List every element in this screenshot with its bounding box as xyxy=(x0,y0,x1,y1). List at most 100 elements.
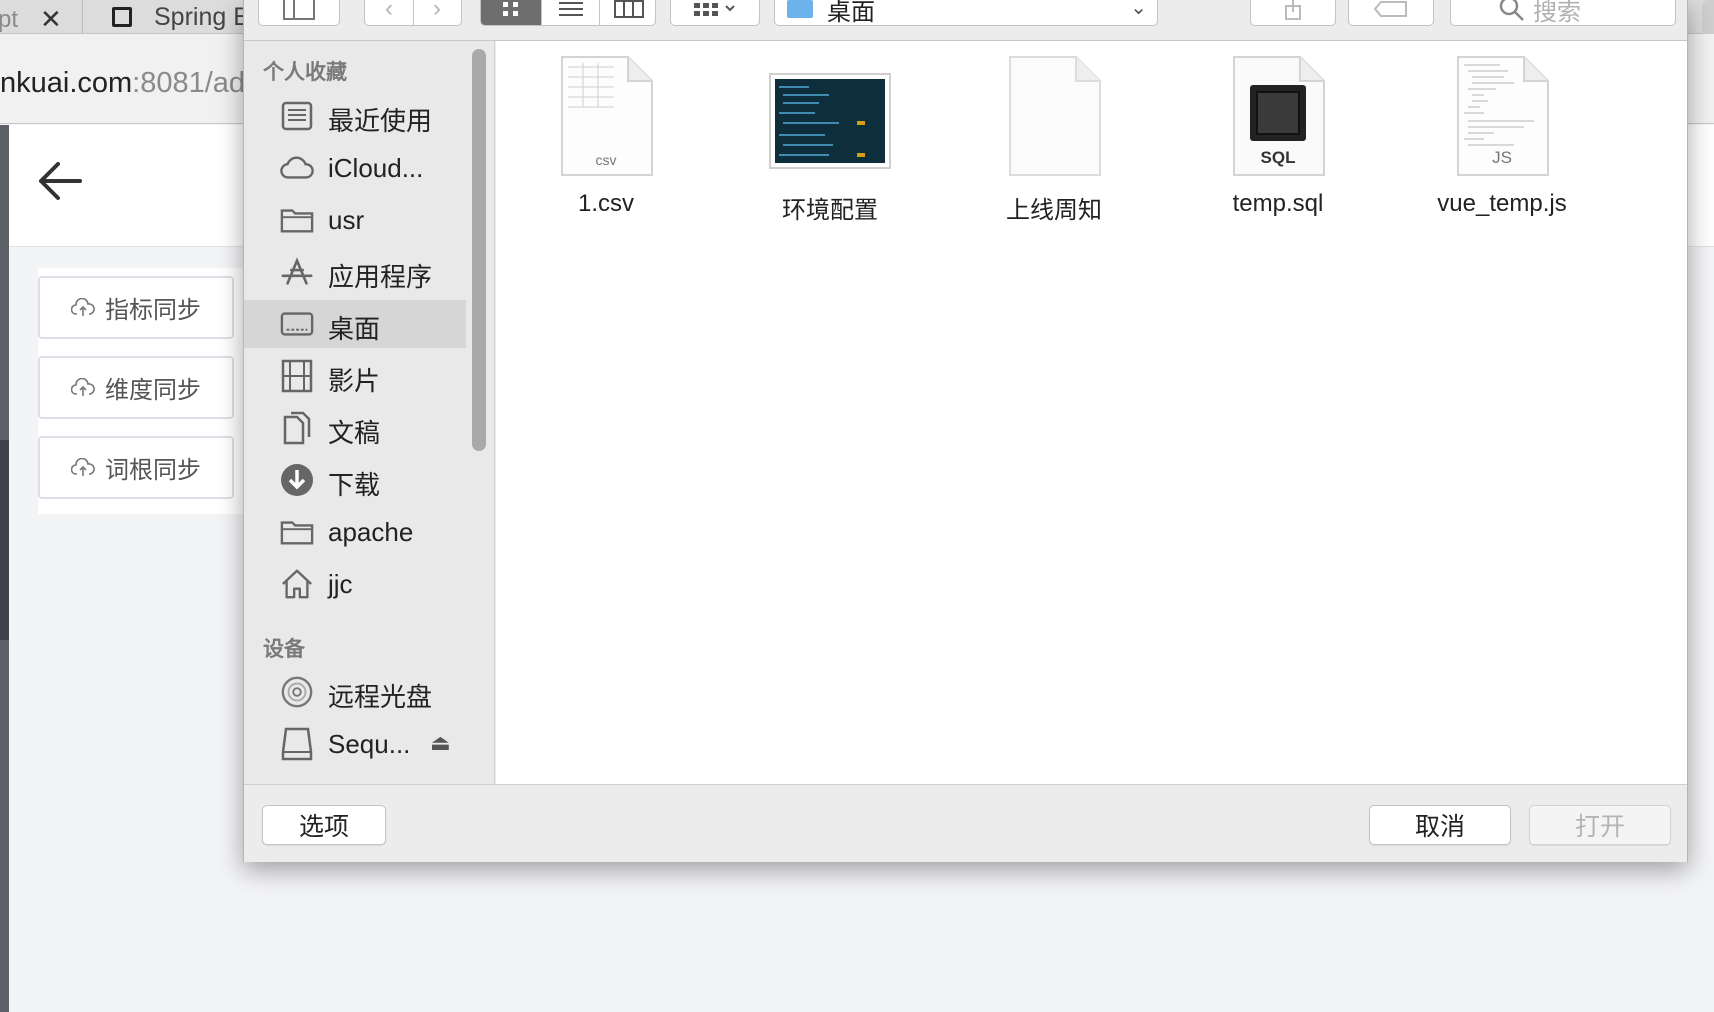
sidebar-item-label: apache xyxy=(328,517,414,547)
sidebar-item-desktop[interactable]: 桌面 xyxy=(244,300,466,348)
sync-dimensions-button[interactable]: 维度同步 xyxy=(38,356,234,419)
sidebar-item-apache[interactable]: apache xyxy=(244,508,466,556)
sync-button-label: 词根同步 xyxy=(105,457,201,484)
file-name: 环境配置 xyxy=(782,197,878,224)
toggle-sidebar-button[interactable] xyxy=(258,0,340,26)
sidebar-item-label: 影片 xyxy=(328,366,381,396)
dialog-sidebar: 个人收藏 最近使用 iCloud... usr 应用程序 桌面 影片 文稿 下载… xyxy=(244,41,495,784)
dialog-toolbar: ‹ › 桌面 ⌄ 搜索 xyxy=(244,0,1687,41)
documents-icon xyxy=(280,411,314,445)
tab-title-fragment[interactable]: pt xyxy=(0,6,18,34)
devices-section-title: 设备 xyxy=(263,638,305,661)
column-view-icon xyxy=(613,0,644,18)
sidebar-item-label: 文稿 xyxy=(328,418,381,448)
sidebar-item-usr[interactable]: usr xyxy=(244,196,466,244)
tag-icon xyxy=(1373,1,1407,17)
sync-button-label: 维度同步 xyxy=(105,377,201,404)
folder-icon xyxy=(787,0,813,18)
forward-icon[interactable]: › xyxy=(413,0,461,23)
sidebar-item-home[interactable]: jjc xyxy=(244,560,466,608)
icon-view-button[interactable] xyxy=(481,0,541,25)
cloud-icon xyxy=(280,152,314,184)
tab-title[interactable]: Spring E xyxy=(154,3,250,32)
back-arrow-icon[interactable] xyxy=(36,160,82,207)
back-icon[interactable]: ‹ xyxy=(365,0,413,23)
search-placeholder: 搜索 xyxy=(1533,0,1581,26)
group-by-button[interactable] xyxy=(670,0,760,26)
sync-indicators-button[interactable]: 指标同步 xyxy=(38,276,234,339)
cancel-button[interactable]: 取消 xyxy=(1369,805,1511,845)
sidebar-item-label: jjc xyxy=(328,569,353,599)
share-icon xyxy=(1285,0,1301,20)
home-icon xyxy=(280,568,314,600)
applications-icon xyxy=(280,256,314,288)
url-port-path: :8081/ad xyxy=(132,67,246,99)
location-popup[interactable]: 桌面 ⌄ xyxy=(774,0,1158,26)
drive-icon xyxy=(280,727,314,761)
file-item[interactable]: csv 1.csv xyxy=(506,55,706,225)
cloud-upload-icon xyxy=(71,377,95,396)
eject-icon[interactable]: ⏏ xyxy=(430,730,451,756)
js-file-icon: JS xyxy=(1454,55,1550,182)
file-badge: JS xyxy=(1492,148,1512,167)
share-button[interactable] xyxy=(1250,0,1336,26)
sync-roots-button[interactable]: 词根同步 xyxy=(38,436,234,499)
sidebar-item-applications[interactable]: 应用程序 xyxy=(244,248,466,296)
chevron-updown-icon: ⌄ xyxy=(1130,0,1147,19)
column-view-button[interactable] xyxy=(599,0,655,25)
segment-divider xyxy=(413,0,414,25)
file-name: vue_temp.js xyxy=(1437,190,1567,217)
open-file-dialog: ‹ › 桌面 ⌄ 搜索 个人收藏 最近使用 iCloud... usr 应用程序… xyxy=(243,0,1688,862)
grid-view-icon xyxy=(503,2,518,16)
desktop-icon xyxy=(280,308,314,340)
sidebar-item-downloads[interactable]: 下载 xyxy=(244,456,466,504)
file-name: 上线周知 xyxy=(1006,197,1102,224)
file-browser: csv 1.csv 环境配置 上线周知 SQL temp.sql JS vue_… xyxy=(496,41,1687,784)
sidebar-item-movies[interactable]: 影片 xyxy=(244,352,466,400)
url-host: nkuai.com xyxy=(0,67,133,99)
file-item[interactable]: 上线周知 xyxy=(954,55,1154,225)
view-mode-control xyxy=(480,0,656,26)
csv-file-icon: csv xyxy=(558,55,654,182)
sidebar-item-label: 应用程序 xyxy=(328,262,433,292)
sidebar-item-label: 最近使用 xyxy=(328,106,433,136)
group-icon xyxy=(694,3,735,16)
sidebar-item-label: 桌面 xyxy=(328,314,381,344)
url-text[interactable]: nkuai.com:8081/ad xyxy=(0,67,245,100)
screenshot-thumbnail-icon xyxy=(769,73,891,174)
film-icon xyxy=(280,359,314,393)
list-view-icon xyxy=(558,2,583,16)
tab-divider xyxy=(82,0,83,36)
cloud-upload-icon xyxy=(71,297,95,316)
tab-favicon-icon xyxy=(112,7,132,27)
sidebar-item-remote-disc[interactable]: 远程光盘 xyxy=(244,668,466,716)
sidebar-item-label: Sequ... xyxy=(328,729,411,759)
search-icon xyxy=(1499,0,1524,21)
sidebar-item-documents[interactable]: 文稿 xyxy=(244,404,466,452)
list-view-button[interactable] xyxy=(541,0,599,25)
options-button[interactable]: 选项 xyxy=(262,805,386,845)
sidebar-item-label: 下载 xyxy=(328,470,381,500)
file-item[interactable]: SQL temp.sql xyxy=(1178,55,1378,225)
blank-document-icon xyxy=(1006,55,1102,182)
sidebar-item-recents[interactable]: 最近使用 xyxy=(244,92,466,140)
dialog-footer: 选项 取消 打开 xyxy=(244,784,1687,862)
sidebar-icon xyxy=(283,0,315,20)
sidebar-scrollbar[interactable] xyxy=(472,49,486,451)
file-badge: csv xyxy=(596,152,617,168)
folder-icon xyxy=(280,516,314,548)
file-item[interactable]: JS vue_temp.js xyxy=(1402,55,1602,225)
file-item[interactable]: 环境配置 xyxy=(730,55,930,225)
file-name: 1.csv xyxy=(577,190,634,217)
recents-icon xyxy=(280,100,314,132)
search-field[interactable]: 搜索 xyxy=(1450,0,1676,26)
disc-icon xyxy=(280,676,314,708)
close-tab-icon[interactable]: ✕ xyxy=(40,4,62,35)
back-forward-control: ‹ › xyxy=(364,0,462,26)
sidebar-item-drive[interactable]: Sequ... ⏏ xyxy=(244,720,466,768)
sql-file-icon: SQL xyxy=(1230,55,1326,182)
sidebar-item-icloud[interactable]: iCloud... xyxy=(244,144,466,192)
tags-button[interactable] xyxy=(1348,0,1434,26)
download-icon xyxy=(280,464,314,496)
open-button[interactable]: 打开 xyxy=(1529,805,1671,845)
